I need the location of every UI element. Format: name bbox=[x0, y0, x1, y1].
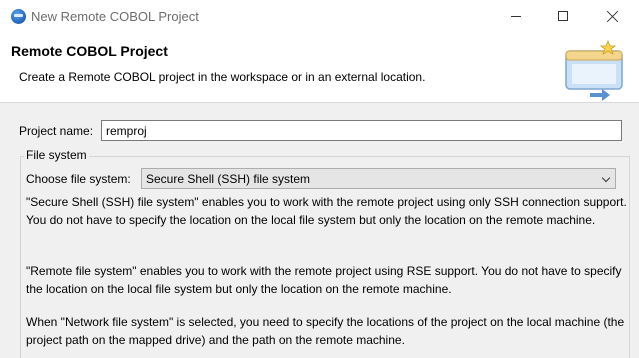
new-project-wizard-icon bbox=[565, 39, 623, 101]
close-icon bbox=[607, 10, 619, 22]
maximize-icon bbox=[558, 11, 568, 21]
choose-file-system-label: Choose file system: bbox=[26, 172, 131, 186]
wizard-title: Remote COBOL Project bbox=[11, 43, 168, 59]
eclipse-app-icon bbox=[11, 9, 26, 24]
title-bar: New Remote COBOL Project bbox=[0, 0, 639, 33]
project-name-label: Project name: bbox=[19, 124, 94, 138]
chevron-down-icon bbox=[601, 173, 611, 183]
minimize-button[interactable] bbox=[493, 0, 539, 33]
wizard-description: Create a Remote COBOL project in the wor… bbox=[19, 70, 426, 84]
file-system-group-title: File system bbox=[24, 148, 89, 162]
window-title: New Remote COBOL Project bbox=[31, 9, 199, 24]
wizard-header: Remote COBOL Project Create a Remote COB… bbox=[0, 33, 639, 103]
close-button[interactable] bbox=[590, 0, 636, 33]
file-system-selected-value: Secure Shell (SSH) file system bbox=[146, 172, 311, 186]
maximize-button[interactable] bbox=[540, 0, 586, 33]
file-system-dropdown[interactable]: Secure Shell (SSH) file system bbox=[141, 168, 616, 189]
network-fs-description: When "Network file system" is selected, … bbox=[26, 315, 625, 347]
remote-fs-description: "Remote file system" enables you to work… bbox=[26, 264, 622, 296]
project-name-input[interactable] bbox=[101, 120, 622, 141]
ssh-description: "Secure Shell (SSH) file system" enables… bbox=[26, 195, 627, 227]
minimize-icon bbox=[511, 16, 521, 17]
